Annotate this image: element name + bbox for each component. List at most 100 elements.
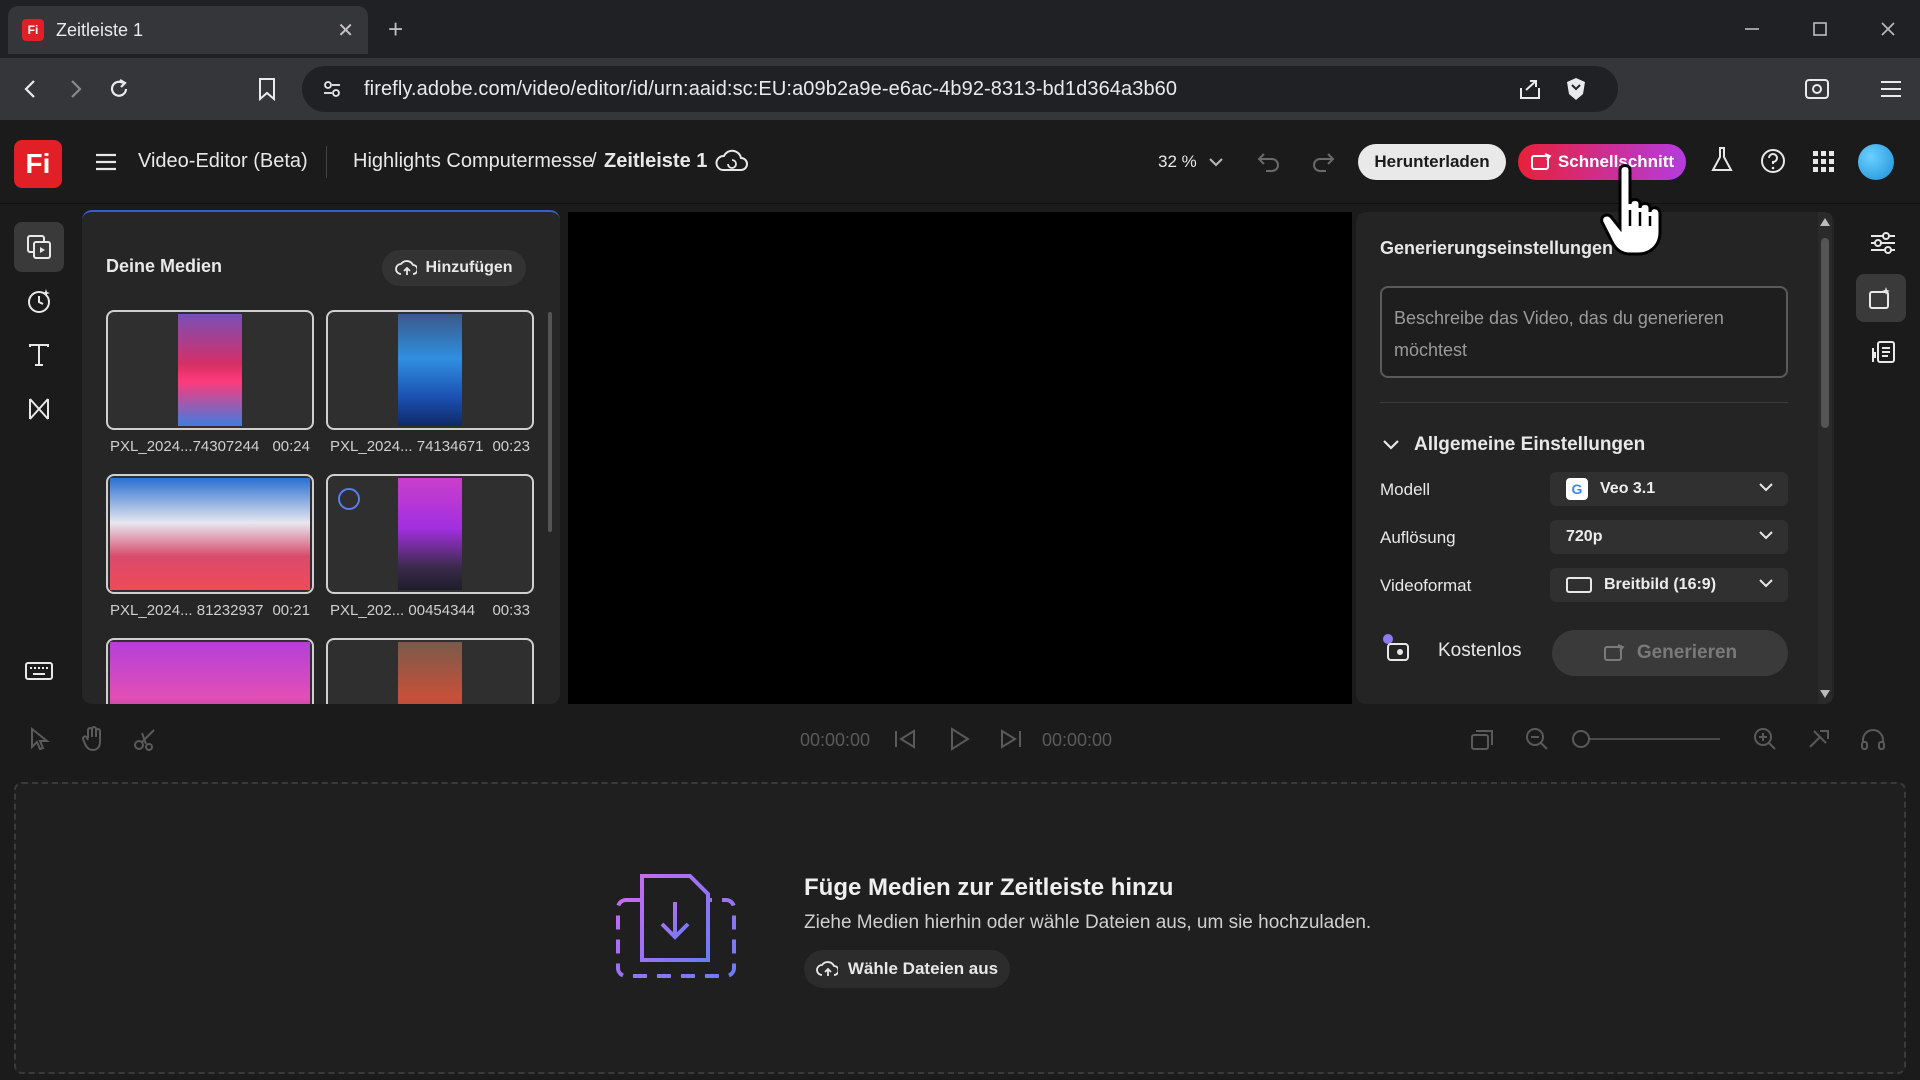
transitions-icon — [29, 398, 49, 420]
keyboard-shortcuts-button[interactable] — [14, 646, 64, 696]
help-icon[interactable] — [1760, 148, 1786, 174]
brave-shield-icon[interactable] — [1564, 76, 1588, 102]
step-forward-icon[interactable] — [996, 724, 1026, 754]
adjust-settings-button[interactable] — [1860, 220, 1906, 266]
new-tab-icon[interactable]: + — [388, 14, 403, 45]
hamburger-menu-icon[interactable] — [94, 152, 118, 172]
browser-menu-icon[interactable] — [1874, 72, 1908, 106]
browser-tab[interactable]: Fi Zeitleiste 1 ✕ — [8, 6, 368, 54]
firefly-logo[interactable]: Fi — [14, 140, 62, 188]
video-thumbnail-image — [398, 314, 462, 426]
select-tool-icon[interactable] — [24, 724, 54, 754]
close-window-icon[interactable] — [1868, 14, 1908, 44]
address-bar[interactable]: firefly.adobe.com/video/editor/id/urn:aa… — [302, 66, 1618, 112]
general-settings-toggle[interactable]: Allgemeine Einstellungen — [1382, 434, 1645, 456]
media-item[interactable]: PXL_2024... 74134671 00:23 — [326, 310, 534, 455]
model-select[interactable]: G Veo 3.1 — [1550, 472, 1788, 506]
model-label: Modell — [1380, 480, 1431, 499]
generate-button[interactable]: Generieren — [1552, 630, 1788, 676]
timeline-dropzone[interactable]: Füge Medien zur Zeitleiste hinzu Ziehe M… — [14, 782, 1906, 1074]
forward-icon[interactable] — [58, 72, 92, 106]
url-text: firefly.adobe.com/video/editor/id/urn:aa… — [364, 77, 1178, 100]
labs-flask-icon[interactable] — [1710, 146, 1734, 174]
step-back-icon[interactable] — [890, 724, 920, 754]
add-media-button[interactable]: Hinzufügen — [382, 250, 526, 286]
transitions-tab[interactable] — [14, 384, 64, 434]
generation-scrollbar-track[interactable] — [1818, 212, 1832, 704]
zoom-in-icon[interactable] — [1750, 724, 1780, 754]
generation-panel: Generierungseinstellungen Beschreibe das… — [1356, 212, 1834, 704]
maximize-icon[interactable] — [1800, 14, 1840, 44]
reload-icon[interactable] — [102, 72, 136, 106]
media-item[interactable] — [326, 638, 534, 704]
bookmark-icon[interactable] — [250, 72, 284, 106]
cut-tool-icon[interactable] — [130, 724, 160, 754]
media-thumbnail[interactable] — [106, 310, 314, 430]
media-item[interactable] — [106, 638, 314, 704]
media-thumbnail[interactable] — [106, 638, 314, 704]
video-preview[interactable] — [568, 212, 1352, 704]
media-item[interactable]: PXL_2024...74307244 00:24 — [106, 310, 314, 455]
user-avatar[interactable] — [1858, 144, 1894, 180]
zoom-select[interactable]: 32 % — [1146, 144, 1236, 180]
site-settings-icon[interactable] — [322, 79, 342, 99]
close-tab-icon[interactable]: ✕ — [337, 18, 354, 43]
format-select[interactable]: Breitbild (16:9) — [1550, 568, 1788, 602]
resolution-select[interactable]: 720p — [1550, 520, 1788, 554]
headphones-icon[interactable] — [1858, 724, 1888, 754]
share-icon[interactable] — [1518, 78, 1542, 100]
cloud-upload-icon — [395, 260, 418, 275]
play-icon[interactable] — [944, 724, 974, 754]
text-icon — [29, 344, 49, 366]
scroll-down-icon[interactable] — [1820, 690, 1830, 698]
media-thumbnail[interactable] — [106, 474, 314, 594]
minimize-icon[interactable] — [1732, 14, 1772, 44]
format-value: Breitbild (16:9) — [1604, 576, 1717, 593]
zoom-out-icon[interactable] — [1522, 724, 1552, 754]
snapping-icon[interactable] — [1468, 724, 1498, 754]
zoom-value: 32 % — [1158, 152, 1197, 171]
back-icon[interactable] — [14, 72, 48, 106]
cloud-sync-icon[interactable] — [714, 148, 750, 176]
media-tab[interactable] — [14, 222, 64, 272]
generation-title: Generierungseinstellungen — [1380, 238, 1614, 258]
scrollbar-thumb[interactable] — [1821, 238, 1829, 428]
media-item[interactable]: PXL_2024... 81232937 00:21 — [106, 474, 314, 619]
prompt-textarea[interactable]: Beschreibe das Video, das du generieren … — [1380, 286, 1788, 378]
cloud-upload-icon — [816, 961, 838, 976]
empty-timeline-subtitle: Ziehe Medien hierhin oder wähle Dateien … — [804, 912, 1372, 933]
app-switcher-icon[interactable] — [1812, 150, 1836, 174]
hand-tool-icon[interactable] — [78, 724, 108, 754]
generate-video-tab[interactable] — [1856, 274, 1906, 322]
model-value: Veo 3.1 — [1600, 480, 1656, 497]
download-button[interactable]: Herunterladen — [1358, 144, 1506, 180]
resolution-value: 720p — [1566, 528, 1603, 545]
project-name[interactable]: Highlights Computermesse — [353, 150, 593, 173]
undo-icon[interactable] — [1256, 150, 1282, 172]
media-item[interactable]: PXL_202... 00454344 00:33 — [326, 474, 534, 619]
choose-files-button[interactable]: Wähle Dateien aus — [804, 950, 1010, 988]
reader-mode-icon[interactable] — [1800, 72, 1834, 106]
credits-icon — [1380, 632, 1410, 662]
hand-cursor-icon — [1600, 164, 1670, 258]
redo-icon[interactable] — [1310, 150, 1336, 172]
generate-icon — [1603, 644, 1625, 661]
media-scrollbar[interactable] — [548, 312, 552, 532]
general-settings-title: Allgemeine Einstellungen — [1414, 434, 1646, 455]
timeline-zoom-knob[interactable] — [1572, 730, 1590, 748]
transcript-tab[interactable] — [1860, 330, 1906, 376]
chevron-down-icon — [1759, 531, 1773, 540]
timeline-name[interactable]: Zeitleiste 1 — [604, 150, 707, 173]
audio-mix-icon[interactable] — [1804, 724, 1834, 754]
total-time: 00:00:00 — [1042, 730, 1113, 750]
left-tool-rail — [0, 206, 78, 704]
timeline-zoom-slider[interactable] — [1576, 738, 1720, 740]
media-thumbnail[interactable] — [326, 310, 534, 430]
scroll-up-icon[interactable] — [1820, 218, 1830, 226]
app-name: Video-Editor (Beta) — [138, 150, 308, 172]
text-tab[interactable] — [14, 330, 64, 380]
generate-tab[interactable] — [14, 276, 64, 326]
cost-label: Kostenlos — [1438, 640, 1522, 661]
media-thumbnail[interactable] — [326, 474, 534, 594]
media-thumbnail[interactable] — [326, 638, 534, 704]
